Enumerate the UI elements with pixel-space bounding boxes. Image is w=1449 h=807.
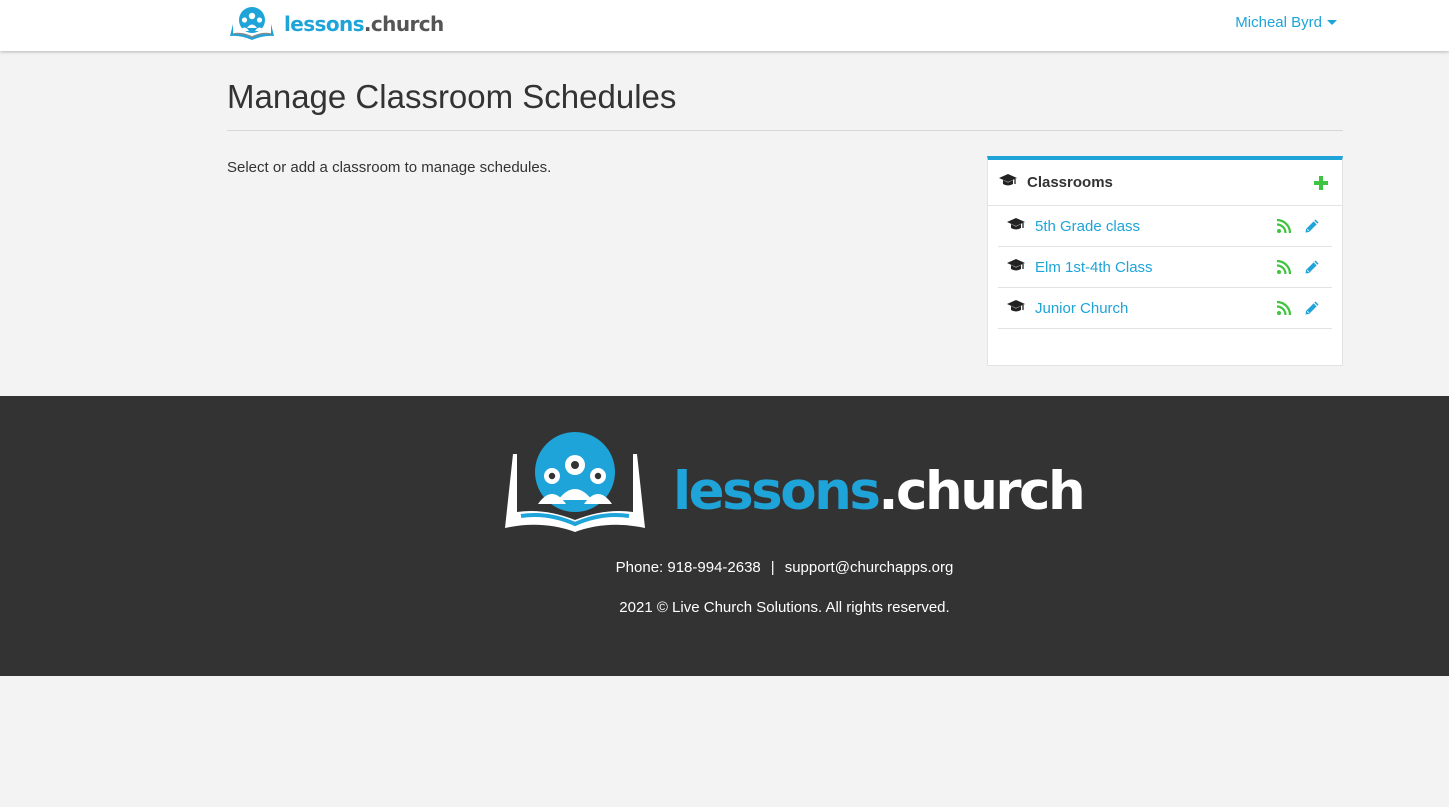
classroom-row: Junior Church <box>998 288 1332 329</box>
lessons-church-logo-icon <box>227 6 277 42</box>
brand-wordmark: lessons.church <box>284 12 444 36</box>
rss-feed-button[interactable] <box>1277 219 1291 233</box>
footer-contact: Phone: 918-994-2638 | support@churchapps.o… <box>0 559 1449 576</box>
footer-logo: lessons.church <box>503 432 1086 539</box>
rss-icon <box>1277 301 1291 315</box>
footer-email-link[interactable]: support@churchapps.org <box>785 559 954 576</box>
classrooms-panel-title: Classrooms <box>1027 174 1113 191</box>
rss-icon <box>1277 260 1291 274</box>
footer-wordmark: lessons.church <box>673 461 1086 522</box>
user-name: Micheal Byrd <box>1235 14 1322 31</box>
classrooms-panel-header: Classrooms <box>988 160 1342 206</box>
add-classroom-button[interactable] <box>1314 175 1328 190</box>
navbar: lessons.church Micheal Byrd <box>0 0 1449 51</box>
pencil-icon <box>1305 260 1319 274</box>
classroom-row: Elm 1st-4th Class <box>998 247 1332 288</box>
edit-classroom-button[interactable] <box>1304 218 1320 234</box>
classrooms-panel: Classrooms 5th Grade class Elm 1st-4th C… <box>987 156 1343 366</box>
caret-down-icon <box>1327 20 1337 25</box>
graduation-cap-icon <box>1006 299 1026 318</box>
edit-classroom-button[interactable] <box>1304 259 1320 275</box>
graduation-cap-icon <box>1006 217 1026 236</box>
rss-feed-button[interactable] <box>1277 301 1291 315</box>
lessons-church-logo-icon <box>503 432 647 539</box>
rss-feed-button[interactable] <box>1277 260 1291 274</box>
rss-icon <box>1277 219 1291 233</box>
footer: lessons.church Phone: 918-994-2638 | suppo… <box>0 396 1449 676</box>
graduation-cap-icon <box>998 173 1018 192</box>
plus-icon <box>1314 175 1328 190</box>
user-menu-dropdown[interactable]: Micheal Byrd <box>1235 14 1337 31</box>
classroom-list: 5th Grade class Elm 1st-4th Class Junior… <box>988 206 1342 329</box>
edit-classroom-button[interactable] <box>1304 300 1320 316</box>
pencil-icon <box>1305 219 1319 233</box>
footer-copyright: 2021 © Live Church Solutions. All rights… <box>619 599 950 616</box>
graduation-cap-icon <box>1006 258 1026 277</box>
intro-text: Select or add a classroom to manage sche… <box>227 159 552 176</box>
pencil-icon <box>1305 301 1319 315</box>
page-title: Manage Classroom Schedules <box>227 78 677 115</box>
classroom-link[interactable]: 5th Grade class <box>1035 218 1140 235</box>
footer-separator: | <box>770 559 775 576</box>
footer-phone: Phone: 918-994-2638 <box>615 559 761 576</box>
classroom-row: 5th Grade class <box>998 206 1332 247</box>
brand-logo-link[interactable]: lessons.church <box>227 6 444 42</box>
classroom-link[interactable]: Junior Church <box>1035 300 1128 317</box>
classroom-link[interactable]: Elm 1st-4th Class <box>1035 259 1153 276</box>
title-divider <box>227 130 1343 131</box>
